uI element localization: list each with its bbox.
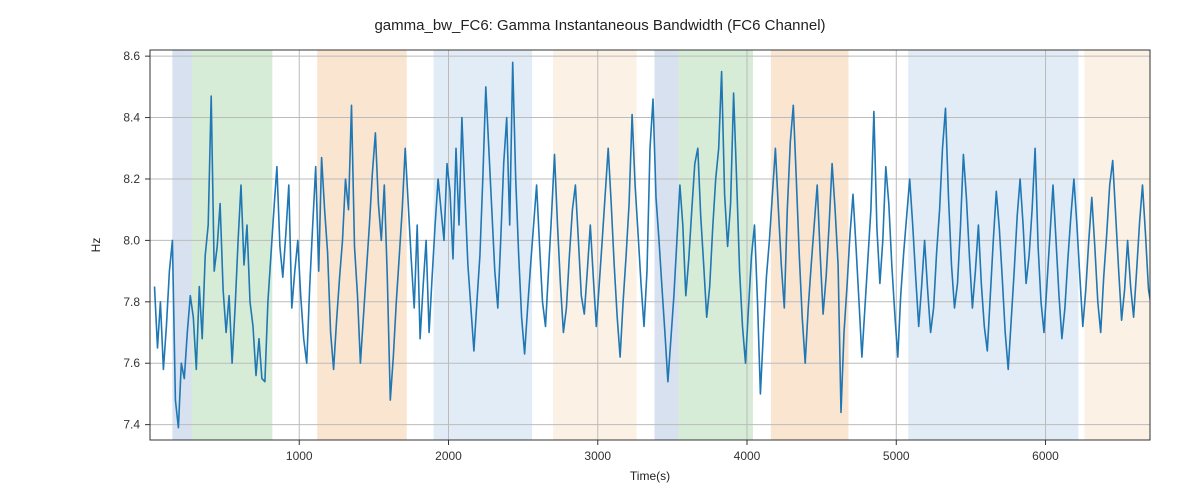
x-tick-label: 5000 xyxy=(883,449,910,463)
x-tick-label: 2000 xyxy=(435,449,462,463)
x-axis-ticks: 1000 2000 3000 4000 5000 6000 xyxy=(286,440,1059,463)
region-band xyxy=(654,50,678,440)
chart: 1000 2000 3000 4000 5000 6000 7.4 7.6 7.8 8.0 8.2… xyxy=(0,0,1200,500)
y-axis-label: Hz xyxy=(89,238,103,253)
x-tick-label: 3000 xyxy=(584,449,611,463)
y-tick-label: 8.6 xyxy=(123,49,140,63)
x-tick-label: 1000 xyxy=(286,449,313,463)
region-band xyxy=(317,50,407,440)
y-tick-label: 8.4 xyxy=(123,111,140,125)
y-tick-label: 8.2 xyxy=(123,172,140,186)
y-axis-ticks: 7.4 7.6 7.8 8.0 8.2 8.4 8.6 xyxy=(123,49,150,432)
y-tick-label: 7.8 xyxy=(123,295,140,309)
y-tick-label: 7.4 xyxy=(123,418,140,432)
x-tick-label: 6000 xyxy=(1032,449,1059,463)
region-band xyxy=(553,50,637,440)
region-band xyxy=(192,50,273,440)
x-axis-label: Time(s) xyxy=(630,469,670,483)
y-tick-label: 7.6 xyxy=(123,356,140,370)
y-tick-label: 8.0 xyxy=(123,233,140,247)
chart-title: gamma_bw_FC6: Gamma Instantaneous Bandwi… xyxy=(374,17,825,34)
x-tick-label: 4000 xyxy=(734,449,761,463)
